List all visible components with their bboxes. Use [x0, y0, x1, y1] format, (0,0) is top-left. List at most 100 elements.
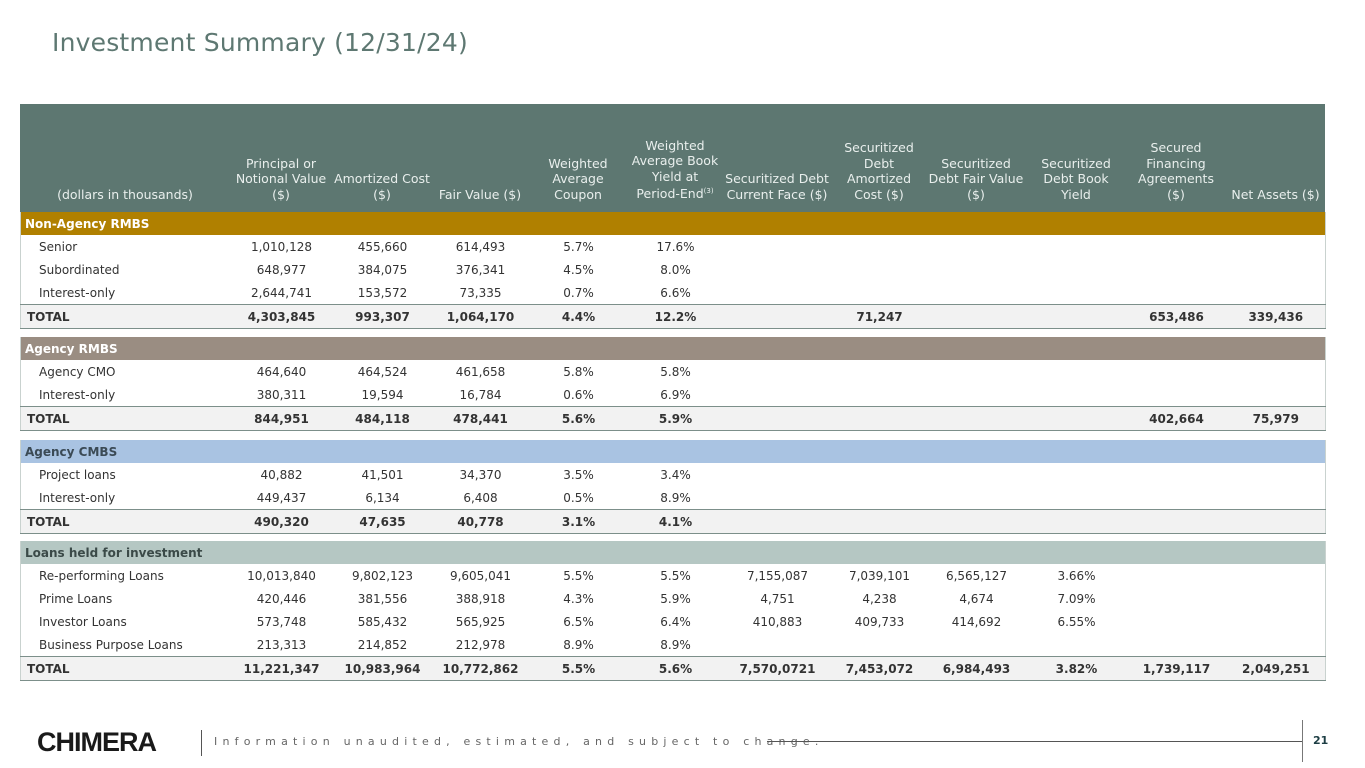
table-cell: 614,493 — [455, 239, 506, 254]
table-cell: 478,441 — [432, 406, 529, 431]
footer-divider-right — [1302, 720, 1303, 762]
table-cell: 10,772,862 — [432, 656, 529, 681]
table-header: (dollars in thousands) Principal or Notio… — [20, 104, 1325, 212]
table-cell: 648,977 — [256, 262, 307, 277]
table-cell — [1126, 509, 1227, 534]
table-cell — [723, 463, 833, 486]
table-cell: 75,979 — [1226, 406, 1326, 431]
table-cell: 3.82% — [1026, 656, 1127, 681]
table-cell: 6,408 — [463, 490, 498, 505]
table-cell: 7,155,087 — [746, 568, 809, 583]
table-cell — [1026, 406, 1127, 431]
table-cell — [1127, 610, 1227, 633]
column-header-label: Net Assets ($) — [1231, 186, 1320, 202]
table-cell — [927, 281, 1027, 305]
total-row: TOTAL 490,320 47,635 40,778 3.1% 4.1% — [20, 509, 1326, 534]
table-cell: 455,660 — [357, 239, 408, 254]
total-row: TOTAL 4,303,845 993,307 1,064,170 4.4% 12.2% 7… — [20, 304, 1326, 329]
table-cell: 10,013,840 — [247, 568, 316, 583]
table-cell: 5.9% — [628, 406, 723, 431]
column-header-label: Weighted Average Coupon — [548, 155, 608, 202]
table-cell — [926, 509, 1027, 534]
table-cell: 565,925 — [455, 614, 506, 629]
table-cell: 993,307 — [332, 304, 433, 329]
row-label: Project loans — [39, 467, 116, 482]
table-cell: 414,692 — [951, 614, 1002, 629]
table-row: Investor Loans 573,748 585,432 565,925 6.5% 6… — [21, 610, 1326, 633]
table-cell: 1,739,117 — [1126, 656, 1227, 681]
section-header: Agency CMBS — [20, 440, 1326, 463]
section-header: Non-Agency RMBS — [20, 212, 1326, 235]
section-title: Agency RMBS — [20, 337, 1326, 360]
table-cell — [723, 486, 833, 510]
table-cell: 7.09% — [1057, 591, 1096, 606]
table-cell: 484,118 — [332, 406, 433, 431]
table-row: Re-performing Loans 10,013,840 9,802,123 9,… — [21, 564, 1326, 587]
section-header: Agency RMBS — [20, 337, 1326, 360]
table-cell — [1026, 509, 1127, 534]
column-header-label: (dollars in thousands) — [57, 186, 193, 202]
table-cell — [1027, 383, 1127, 407]
table-cell: 4,751 — [760, 591, 795, 606]
column-header-label: Securitized Debt Book Yield — [1041, 155, 1111, 202]
table-cell — [927, 383, 1027, 407]
table-cell: 381,556 — [357, 591, 408, 606]
table-row: Senior 1,010,128 455,660 614,493 5.7% 17.6% — [21, 235, 1326, 258]
table-cell — [833, 258, 927, 281]
table-cell — [1127, 281, 1227, 305]
table-cell — [1227, 383, 1326, 407]
row-label: Interest-only — [39, 285, 116, 300]
table-cell — [1027, 281, 1127, 305]
footer-divider — [201, 730, 202, 756]
table-cell — [833, 383, 927, 407]
column-header: Principal or Notional Value ($) — [230, 104, 332, 212]
table-cell: 6,984,493 — [926, 656, 1027, 681]
table-cell: 40,778 — [432, 509, 529, 534]
row-label: Interest-only — [39, 490, 116, 505]
table-cell — [1127, 235, 1227, 258]
table-cell: 5.8% — [563, 364, 594, 379]
column-header: Securitized Debt Book Yield — [1026, 104, 1126, 212]
table-cell — [1027, 235, 1127, 258]
table-cell: 8.9% — [563, 637, 594, 652]
table-cell — [927, 633, 1027, 657]
table-cell — [1227, 587, 1326, 610]
column-header: Weighted Average Book Yield at Period-En… — [628, 104, 722, 212]
row-label: Senior — [39, 239, 78, 254]
table-cell: 5.5% — [528, 656, 629, 681]
table-cell: 40,882 — [260, 467, 303, 482]
table-cell — [833, 463, 927, 486]
table-cell: 5.9% — [660, 591, 691, 606]
table-cell: 6.9% — [660, 387, 691, 402]
column-header-label: Securitized Debt Fair Value ($) — [928, 155, 1024, 202]
row-label: TOTAL — [20, 656, 231, 681]
table-cell — [723, 281, 833, 305]
table-cell: 3.5% — [563, 467, 594, 482]
table-cell — [723, 383, 833, 407]
column-header: (dollars in thousands) — [20, 104, 230, 212]
table-cell: 3.4% — [660, 467, 691, 482]
column-header: Securitized Debt Fair Value ($) — [926, 104, 1026, 212]
table-cell: 10,983,964 — [332, 656, 433, 681]
table-cell: 6,565,127 — [945, 568, 1008, 583]
table-cell: 585,432 — [357, 614, 408, 629]
table-cell: 4.5% — [563, 262, 594, 277]
section-table: Agency CMBS Project loans 40,882 41,501 34,3… — [20, 440, 1327, 534]
table-cell: 3.66% — [1057, 568, 1096, 583]
table-cell: 5.7% — [563, 239, 594, 254]
table-cell: 4.4% — [528, 304, 629, 329]
table-cell: 4,303,845 — [230, 304, 333, 329]
table-cell — [1127, 486, 1227, 510]
section-table: Agency RMBS Agency CMO 464,640 464,524 461,6… — [20, 337, 1327, 431]
table-cell: 490,320 — [230, 509, 333, 534]
table-cell — [1227, 564, 1326, 587]
table-cell — [1227, 281, 1326, 305]
table-cell: 5.5% — [563, 568, 594, 583]
table-cell — [1227, 463, 1326, 486]
table-cell: 12.2% — [628, 304, 723, 329]
table-cell — [1227, 633, 1326, 657]
table-cell: 2,644,741 — [250, 285, 313, 300]
table-cell — [833, 360, 927, 383]
section-title: Loans held for investment — [20, 541, 1326, 564]
section-table: Loans held for investment Re-performing L… — [20, 541, 1327, 681]
